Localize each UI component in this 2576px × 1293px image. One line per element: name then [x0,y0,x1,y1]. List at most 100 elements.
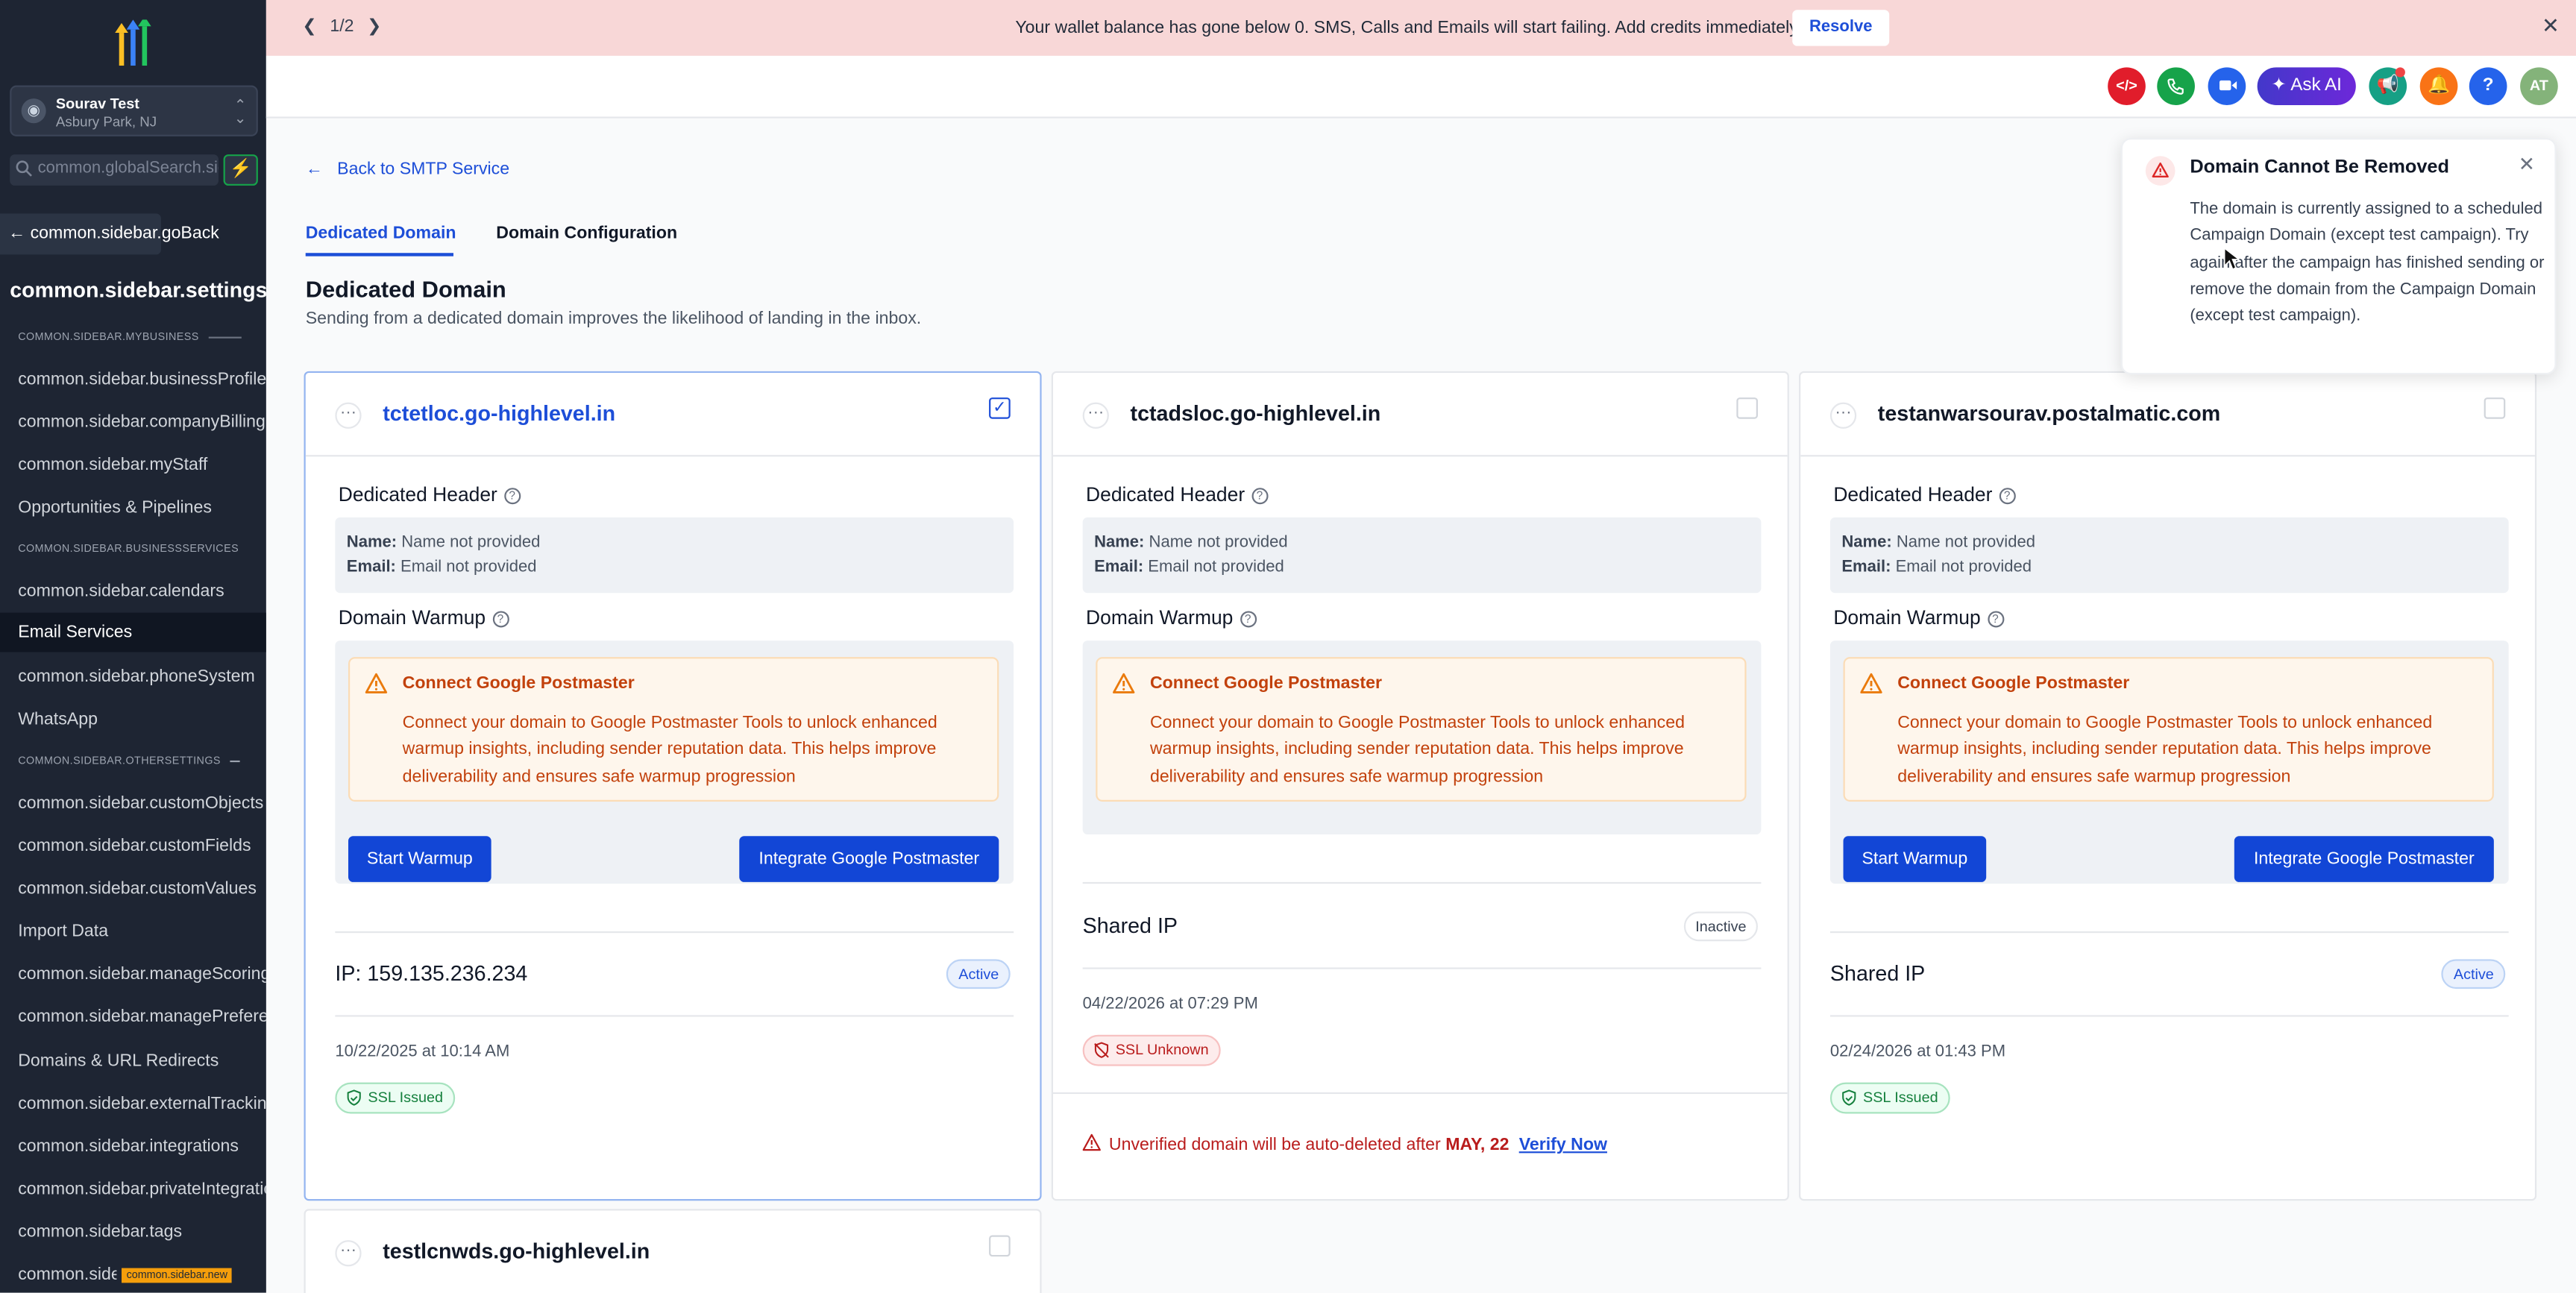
start-warmup-button[interactable]: Start Warmup [1843,836,1987,882]
close-icon[interactable]: ✕ [2519,153,2535,176]
back-arrow-icon: ← [8,223,31,244]
domain-name: tctadsloc.go-highlevel.in [1130,400,1381,426]
ask-ai-label: Ask AI [2290,75,2342,95]
bell-icon[interactable]: 🔔 [2419,67,2458,105]
search-input[interactable]: common.globalSearch.sidebar [10,154,219,186]
help-circle-icon[interactable]: ? [1999,487,2016,504]
integrate-postmaster-button[interactable]: Integrate Google Postmaster [2234,836,2494,882]
sidebar-item-custom-objects[interactable]: common.sidebar.customObjects [0,784,266,823]
alert-triangle-icon [1082,1133,1101,1151]
domain-card[interactable]: ··· testlcnwds.go-highlevel.in [304,1209,1042,1293]
sidebar-item-company-billing[interactable]: common.sidebar.companyBilling [0,403,266,442]
close-icon[interactable]: ✕ [2542,13,2560,40]
domain-warmup-label: Domain Warmup? [1086,606,1257,629]
chevron-updown-icon: ⌃ ⌄ [233,96,247,127]
sidebar-item-labs[interactable]: common.sidebar.labs common.sidebar.new [0,1255,266,1293]
ask-ai-button[interactable]: ✦ Ask AI [2257,67,2356,105]
dedicated-header-label: Dedicated Header? [1086,483,1268,506]
email-label: Email: [1094,558,1144,577]
email-label: Email: [346,558,396,577]
help-circle-icon[interactable]: ? [503,487,521,504]
sidebar-item-domains[interactable]: Domains & URL Redirects [0,1042,266,1081]
domain-checkbox[interactable] [1736,397,1758,419]
alert-body: Connect your domain to Google Postmaster… [1897,713,2433,787]
sidebar-item-calendars[interactable]: common.sidebar.calendars [0,572,266,611]
video-icon[interactable] [2208,67,2246,105]
domain-checkbox[interactable] [989,1235,1011,1257]
chevron-left-icon[interactable]: ❮ [302,16,316,36]
toast-body: The domain is currently assigned to a sc… [2190,200,2545,326]
tab-domain-configuration[interactable]: Domain Configuration [496,224,677,243]
domain-card[interactable]: ··· tctetloc.go-highlevel.in ✓ Dedicated… [304,371,1042,1201]
sidebar-item-tags[interactable]: common.sidebar.tags [0,1212,266,1252]
domain-checkbox[interactable]: ✓ [989,397,1011,419]
banner-message: Your wallet balance has gone below 0. SM… [1015,18,1802,38]
phone-icon[interactable] [2157,67,2195,105]
more-icon[interactable]: ··· [335,402,362,429]
toast-title: Domain Cannot Be Removed [2190,157,2449,177]
ssl-label: SSL Issued [368,1089,444,1106]
more-icon[interactable]: ··· [1082,402,1109,429]
sidebar-item-business-profile[interactable]: common.sidebar.businessProfile [0,359,266,399]
code-icon[interactable]: </> [2108,67,2146,105]
domain-checkbox[interactable] [2484,397,2506,419]
resolve-button[interactable]: Resolve [1792,10,1890,46]
avatar[interactable]: AT [2520,67,2558,105]
domain-card[interactable]: ··· testanwarsourav.postalmatic.com Dedi… [1799,371,2537,1201]
sidebar-item-import-data[interactable]: Import Data [0,912,266,951]
banner-pager: ❮ 1/2 ❯ [289,16,395,36]
name-label: Name: [1094,533,1145,553]
domain-card[interactable]: ··· tctadsloc.go-highlevel.in Dedicated … [1051,371,1789,1201]
help-circle-icon[interactable]: ? [1251,487,1268,504]
help-circle-icon[interactable]: ? [1240,611,1257,628]
location-switcher[interactable]: ◉ Sourav Test Asbury Park, NJ ⌃ ⌄ [10,85,258,136]
sidebar-item-external-tracking[interactable]: common.sidebar.externalTracking [0,1084,266,1124]
sidebar-item-integrations[interactable]: common.sidebar.integrations [0,1127,266,1166]
help-circle-icon[interactable]: ? [491,611,509,628]
sidebar-item-manage-scoring[interactable]: common.sidebar.manageScoring [0,954,266,994]
ip-label: IP: 159.135.236.234 [335,960,528,986]
search-icon [16,160,32,177]
sidebar-item-my-staff[interactable]: common.sidebar.myStaff [0,445,266,485]
sidebar-item-manage-preferences[interactable]: common.sidebar.managePreferences [0,997,266,1036]
top-bar: </> ✦ Ask AI 📢 🔔 ? AT [266,55,2576,119]
more-icon[interactable]: ··· [1829,402,1857,429]
megaphone-icon[interactable]: 📢 [2369,67,2407,105]
back-to-smtp-link[interactable]: ← Back to SMTP Service [306,160,509,179]
dedicated-header-label: Dedicated Header? [1833,483,2016,506]
sidebar-item-email-services[interactable]: Email Services [0,612,266,652]
new-badge: common.sidebar.new [122,1267,233,1283]
sidebar-item-phone-system[interactable]: common.sidebar.phoneSystem [0,657,266,696]
name-value: Name not provided [1149,533,1288,553]
help-icon[interactable]: ? [2469,67,2507,105]
section-header-businessservices: COMMON.SIDEBAR.BUSINESSSERVICES [18,544,239,556]
plus-icon[interactable]: ⚡ [223,154,258,186]
shield-check-icon [1842,1089,1856,1106]
integrate-postmaster-button[interactable]: Integrate Google Postmaster [739,836,999,882]
shield-off-icon [1094,1042,1109,1058]
sidebar-item-private-integrations[interactable]: common.sidebar.privateIntegrations [0,1169,266,1209]
go-back-label: common.sidebar.goBack [30,223,219,244]
warning-icon [1860,673,1882,693]
sidebar-item-opportunities[interactable]: Opportunities & Pipelines [0,488,266,527]
domain-warmup-label: Domain Warmup? [1833,606,2004,629]
sidebar-item-whatsapp[interactable]: WhatsApp [0,699,266,739]
start-warmup-button[interactable]: Start Warmup [348,836,491,882]
help-circle-icon[interactable]: ? [1987,611,2004,628]
unverified-date: MAY, 22 [1445,1135,1510,1155]
chevron-right-icon[interactable]: ❯ [367,16,381,36]
sidebar-item-custom-fields[interactable]: common.sidebar.customFields [0,826,266,866]
tab-dedicated-domain[interactable]: Dedicated Domain [306,224,456,243]
postmaster-alert: Connect Google Postmaster Connect your d… [1096,657,1747,802]
verify-now-link[interactable]: Verify Now [1519,1135,1607,1154]
more-icon[interactable]: ··· [335,1240,362,1267]
ssl-label: SSL Unknown [1115,1041,1209,1058]
go-back-button[interactable]: ← common.sidebar.goBack [0,213,219,255]
sidebar-item-custom-values[interactable]: common.sidebar.customValues [0,869,266,908]
section-header-othersettings: COMMON.SIDEBAR.OTHERSETTINGS [18,755,241,767]
ssl-badge: SSL Unknown [1082,1034,1221,1066]
alert-title: Connect Google Postmaster [402,673,635,693]
dedicated-header-box: Name: Name not provided Email: Email not… [335,517,1014,594]
status-badge: Active [946,959,1011,990]
warmup-box: Connect Google Postmaster Connect your d… [1829,641,2509,884]
